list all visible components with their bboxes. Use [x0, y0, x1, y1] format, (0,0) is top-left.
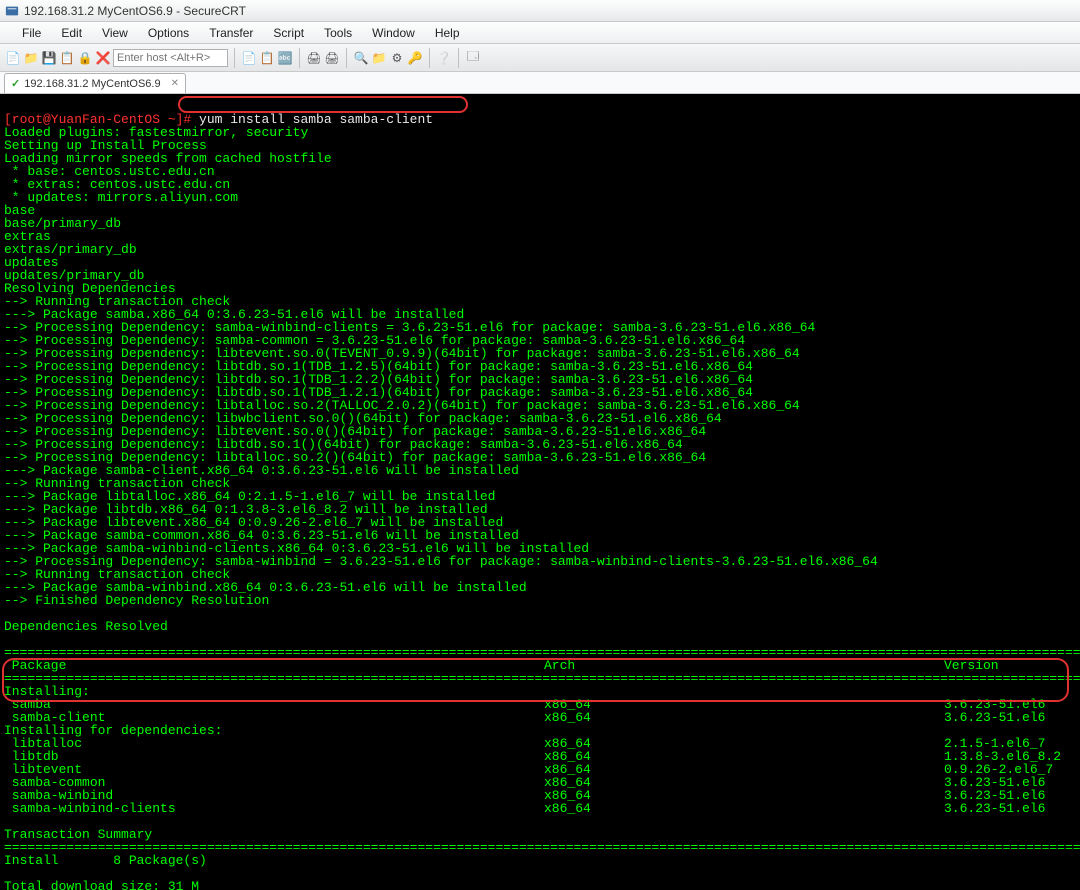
- toolbar-separator: [429, 48, 430, 68]
- app-icon: [5, 4, 19, 18]
- menu-edit[interactable]: Edit: [51, 24, 92, 42]
- toolbar-icon[interactable]: 🖨: [324, 50, 340, 66]
- toolbar-icon[interactable]: 📁: [371, 50, 387, 66]
- toolbar-icon[interactable]: 💾: [41, 50, 57, 66]
- menu-tools[interactable]: Tools: [314, 24, 362, 42]
- toolbar-separator: [346, 48, 347, 68]
- title-bar: 192.168.31.2 MyCentOS6.9 - SecureCRT: [0, 0, 1080, 22]
- toolbar-icon[interactable]: 🔑: [407, 50, 423, 66]
- tabs-bar: ✓ 192.168.31.2 MyCentOS6.9 ✕: [0, 72, 1080, 94]
- toolbar-icon[interactable]: 📁: [23, 50, 39, 66]
- terminal[interactable]: [root@YuanFan-CentOS ~]# yum install sam…: [0, 94, 1080, 890]
- toolbar-icon[interactable]: 📄: [241, 50, 257, 66]
- toolbar-icon[interactable]: ⚙: [389, 50, 405, 66]
- menu-bar: File Edit View Options Transfer Script T…: [0, 22, 1080, 44]
- toolbar-icon[interactable]: 📋: [59, 50, 75, 66]
- check-icon: ✓: [11, 77, 20, 90]
- menu-view[interactable]: View: [92, 24, 138, 42]
- toolbar-icon[interactable]: 🔤: [277, 50, 293, 66]
- menu-options[interactable]: Options: [138, 24, 199, 42]
- toolbar-separator: [234, 48, 235, 68]
- menu-window[interactable]: Window: [362, 24, 425, 42]
- menu-transfer[interactable]: Transfer: [199, 24, 263, 42]
- window-title: 192.168.31.2 MyCentOS6.9 - SecureCRT: [24, 4, 246, 18]
- toolbar-separator: [458, 48, 459, 68]
- tab-label: 192.168.31.2 MyCentOS6.9: [24, 78, 160, 90]
- help-icon[interactable]: ❔: [436, 50, 452, 66]
- toolbar-icon[interactable]: ❌: [95, 50, 111, 66]
- toolbar-icon[interactable]: 📋: [259, 50, 275, 66]
- toolbar-separator: [299, 48, 300, 68]
- toolbar: 📄 📁 💾 📋 🔒 ❌ 📄 📋 🔤 🖨 🖨 🔍 📁 ⚙ 🔑 ❔ 🗔: [0, 44, 1080, 72]
- toolbar-icon[interactable]: 🖨: [306, 50, 322, 66]
- toolbar-icon[interactable]: 🔍: [353, 50, 369, 66]
- host-input[interactable]: [113, 49, 228, 67]
- menu-help[interactable]: Help: [425, 24, 470, 42]
- toolbar-icon[interactable]: 🗔: [465, 50, 481, 66]
- menu-file[interactable]: File: [12, 24, 51, 42]
- close-icon[interactable]: ✕: [171, 78, 179, 89]
- session-tab[interactable]: ✓ 192.168.31.2 MyCentOS6.9 ✕: [4, 73, 186, 93]
- toolbar-icon[interactable]: 🔒: [77, 50, 93, 66]
- menu-script[interactable]: Script: [263, 24, 314, 42]
- toolbar-icon[interactable]: 📄: [5, 50, 21, 66]
- highlight-command: [178, 96, 468, 113]
